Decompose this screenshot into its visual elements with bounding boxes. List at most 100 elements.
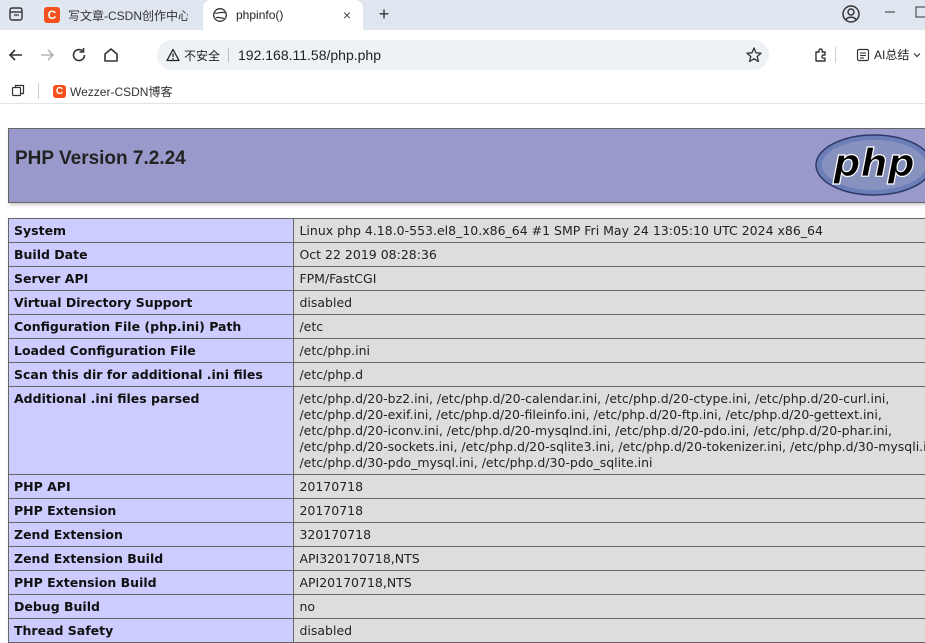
value-line: Oct 22 2019 08:28:36 <box>299 247 437 262</box>
bookmark-label: Wezzer-CSDN博客 <box>70 85 173 99</box>
ai-summary-label: AI总结 <box>874 48 910 62</box>
home-icon[interactable] <box>100 44 122 66</box>
ai-summary-icon <box>856 48 870 61</box>
row-label: Configuration File (php.ini) Path <box>7 314 295 339</box>
tab-phpinfo[interactable]: phpinfo() × <box>203 0 363 30</box>
table-row: System Linux php 4.18.0-553.el8_10.x86_64… <box>7 218 925 243</box>
table-row: Thread Safety disabled <box>7 618 925 643</box>
ai-summary-button[interactable]: AI总结 <box>856 46 921 63</box>
row-label: Scan this dir for additional .ini files <box>7 362 295 387</box>
php-version-header: PHP Version 7.2.24 php <box>8 128 925 203</box>
row-label: Debug Build <box>7 594 295 619</box>
table-row: PHP Extension Build API20170718,NTS <box>7 570 925 595</box>
close-tab-icon[interactable]: × <box>339 7 355 23</box>
profile-icon[interactable] <box>840 4 862 24</box>
table-row: Zend Extension 320170718 <box>7 522 925 547</box>
php-info-table: System Linux php 4.18.0-553.el8_10.x86_64… <box>7 218 925 643</box>
row-value: /etc/php.d/20-bz2.ini, /etc/php.d/20-cal… <box>293 386 925 475</box>
table-row: Additional .ini files parsed/etc/php.d/2… <box>7 386 925 475</box>
row-label: Virtual Directory Support <box>7 290 295 315</box>
row-value: disabled <box>293 290 925 315</box>
bookmark-star-icon[interactable] <box>745 46 763 64</box>
url-text[interactable]: 192.168.11.58/php.php <box>238 47 381 63</box>
table-row: Scan this dir for additional .ini files /… <box>7 362 925 387</box>
row-value: Oct 22 2019 08:28:36 <box>293 242 925 267</box>
row-label: Zend Extension <box>7 522 295 547</box>
table-row: Zend Extension Build API320170718,NTS <box>7 546 925 571</box>
row-label: Zend Extension Build <box>7 546 295 571</box>
bookmarks-bar: C Wezzer-CSDN博客 <box>0 78 925 104</box>
row-value: Linux php 4.18.0-553.el8_10.x86_64 #1 SM… <box>293 218 925 243</box>
table-row: Debug Build no <box>7 594 925 619</box>
row-label: System <box>7 218 295 243</box>
table-row: PHP API 20170718 <box>7 474 925 499</box>
row-value: 320170718 <box>293 522 925 547</box>
value-line: disabled <box>299 295 353 310</box>
browser-toolbar: 不安全 192.168.11.58/php.php AI总结 <box>0 30 925 78</box>
value-line: /etc/php.d/30-pdo_mysql.ini, /etc/php.d/… <box>299 455 653 470</box>
value-line: 320170718 <box>299 527 372 542</box>
row-value: API320170718,NTS <box>293 546 925 571</box>
value-line: /etc/php.d/20-bz2.ini, /etc/php.d/20-cal… <box>299 391 890 406</box>
table-row: Configuration File (php.ini) Path/etc <box>7 314 925 339</box>
row-value: 20170718 <box>293 498 925 523</box>
value-line: disabled <box>299 623 353 638</box>
divider <box>228 48 230 62</box>
table-row: Build Date Oct 22 2019 08:28:36 <box>7 242 925 267</box>
table-row: Loaded Configuration File/etc/php.ini <box>7 338 925 363</box>
table-row: PHP Extension 20170718 <box>7 498 925 523</box>
extensions-icon[interactable] <box>810 44 832 66</box>
tab-strip: C 写文章-CSDN创作中心 phpinfo() × + <box>0 0 925 30</box>
bookmark-wezzer-csdn[interactable]: C Wezzer-CSDN博客 <box>53 83 172 100</box>
row-label: PHP Extension <box>7 498 295 523</box>
php-logo-icon: php <box>815 134 925 196</box>
row-value: 20170718 <box>293 474 925 499</box>
tab-title: 写文章-CSDN创作中心 <box>68 8 188 23</box>
row-label: PHP API <box>7 474 295 499</box>
row-label: Loaded Configuration File <box>7 338 295 363</box>
php-logo-text: php <box>832 141 914 185</box>
csdn-logo-icon: C <box>53 85 66 98</box>
value-line: /etc/php.d <box>299 367 364 382</box>
row-label: Additional .ini files parsed <box>7 386 295 475</box>
row-label: Server API <box>7 266 295 291</box>
minimize-icon[interactable] <box>879 4 901 24</box>
row-value: no <box>293 594 925 619</box>
row-label: Thread Safety <box>7 618 295 643</box>
value-line: /etc/php.d/20-exif.ini, /etc/php.d/20-fi… <box>299 407 882 422</box>
value-line: /etc/php.d/20-iconv.ini, /etc/php.d/20-m… <box>299 423 892 438</box>
row-value: /etc/php.ini <box>293 338 925 363</box>
value-line: FPM/FastCGI <box>299 271 377 286</box>
toolbar-divider <box>835 47 836 63</box>
value-line: /etc/php.ini <box>299 343 370 358</box>
row-label: PHP Extension Build <box>7 570 295 595</box>
page-title: PHP Version 7.2.24 <box>15 148 186 169</box>
reload-icon[interactable] <box>68 44 90 66</box>
table-row: Virtual Directory Support disabled <box>7 290 925 315</box>
value-line: /etc/php.d/20-sockets.ini, /etc/php.d/20… <box>299 439 925 454</box>
chevron-down-icon <box>913 52 921 57</box>
row-value: disabled <box>293 618 925 643</box>
forward-icon[interactable] <box>36 44 58 66</box>
new-tab-button[interactable]: + <box>374 4 394 24</box>
row-value: FPM/FastCGI <box>293 266 925 291</box>
csdn-logo-icon: C <box>44 7 60 23</box>
bookmarks-divider <box>38 83 39 99</box>
tab-groups-icon[interactable] <box>11 84 25 98</box>
value-line: Linux php 4.18.0-553.el8_10.x86_64 #1 SM… <box>299 223 823 238</box>
address-bar[interactable]: 不安全 192.168.11.58/php.php <box>157 40 769 70</box>
value-line: /etc <box>299 319 324 334</box>
tab-csdn-write[interactable]: C 写文章-CSDN创作中心 <box>36 0 202 30</box>
value-line: 20170718 <box>299 503 364 518</box>
value-line: API320170718,NTS <box>299 551 420 566</box>
maximize-icon[interactable] <box>910 4 925 24</box>
row-value: /etc <box>293 314 925 339</box>
tab-actions-icon[interactable] <box>8 6 24 22</box>
back-icon[interactable] <box>5 44 27 66</box>
page-content: PHP Version 7.2.24 php System Linux php 4… <box>0 105 925 643</box>
globe-icon <box>213 8 227 22</box>
not-secure-warning-icon[interactable] <box>166 48 180 62</box>
security-status-label[interactable]: 不安全 <box>184 47 220 64</box>
tab-title: phpinfo() <box>236 8 284 22</box>
row-value: API20170718,NTS <box>293 570 925 595</box>
